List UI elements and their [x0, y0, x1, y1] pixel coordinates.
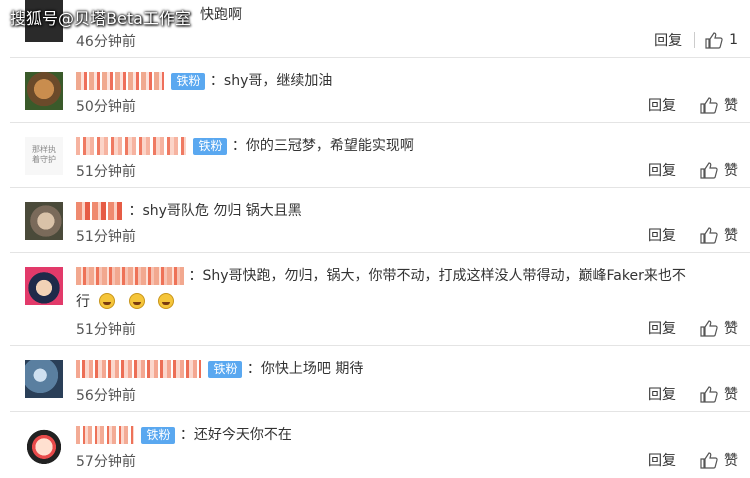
comment-text-row-2: 行	[76, 291, 175, 311]
comment-text-row: 铁粉 ：还好今天你不在	[76, 424, 292, 444]
comment-actions: 回复 赞	[648, 384, 738, 404]
fan-badge: 铁粉	[193, 137, 228, 155]
avatar[interactable]	[25, 360, 63, 398]
comment-item: ：Shy哥快跑，勿归，锅大，你带不动，打成这样没人带得动，巅峰Faker来也不 …	[10, 253, 750, 346]
comment-list: 快跑啊 46分钟前 回复 1 铁粉 ：shy哥，继续加油 50分钟前 回复 赞	[10, 0, 750, 478]
comment-actions: 回复 1	[654, 30, 738, 50]
like-button[interactable]: 1	[705, 31, 738, 49]
comment-content: ：shy哥，继续加油	[209, 73, 333, 89]
like-label: 赞	[724, 321, 738, 337]
reply-button[interactable]: 回复	[648, 95, 676, 115]
username[interactable]	[76, 426, 134, 444]
grin-emoji-icon	[128, 293, 145, 309]
like-count: 1	[729, 32, 738, 48]
thumbs-up-icon	[700, 161, 718, 179]
username[interactable]	[76, 267, 184, 285]
comment-content: ：你的三冠梦，希望能实现啊	[231, 138, 414, 154]
like-label: 赞	[724, 163, 738, 179]
comment-content: ：shy哥队危 勿归 锅大且黑	[128, 203, 302, 219]
thumbs-up-icon	[700, 451, 718, 469]
comment-text-row: 快跑啊	[200, 4, 242, 24]
username[interactable]	[76, 137, 186, 155]
comment-time: 51分钟前	[76, 229, 136, 245]
thumbs-up-icon	[705, 31, 723, 49]
reply-button[interactable]: 回复	[648, 160, 676, 180]
grin-emoji-icon	[158, 293, 175, 309]
like-label: 赞	[724, 453, 738, 469]
comment-actions: 回复 赞	[648, 450, 738, 470]
comment-text-row: 铁粉 ：你快上场吧 期待	[76, 358, 363, 378]
comment-content: ：你快上场吧 期待	[246, 361, 364, 377]
comment-actions: 回复 赞	[648, 225, 738, 245]
comment-text-row: ：shy哥队危 勿归 锅大且黑	[76, 200, 302, 220]
like-label: 赞	[724, 387, 738, 403]
like-button[interactable]: 赞	[700, 318, 738, 338]
like-button[interactable]: 赞	[700, 450, 738, 470]
avatar[interactable]	[25, 267, 63, 305]
username[interactable]	[76, 202, 124, 220]
action-divider	[694, 32, 696, 48]
comment-time: 50分钟前	[76, 99, 136, 115]
reply-button[interactable]: 回复	[648, 225, 676, 245]
thumbs-up-icon	[700, 96, 718, 114]
comment-actions: 回复 赞	[648, 95, 738, 115]
comment-item: 铁粉 ：shy哥，继续加油 50分钟前 回复 赞	[10, 58, 750, 123]
like-button[interactable]: 赞	[700, 160, 738, 180]
thumbs-up-icon	[700, 385, 718, 403]
avatar[interactable]: 那样执 着守护	[25, 137, 63, 175]
fan-badge: 铁粉	[141, 426, 176, 444]
comment-text-row: ：Shy哥快跑，勿归，锅大，你带不动，打成这样没人带得动，巅峰Faker来也不	[76, 265, 686, 285]
username[interactable]	[76, 72, 164, 90]
comment-text-row: 铁粉 ：shy哥，继续加油	[76, 70, 332, 90]
fan-badge: 铁粉	[208, 360, 243, 378]
reply-button[interactable]: 回复	[648, 384, 676, 404]
comment-time: 57分钟前	[76, 454, 136, 470]
thumbs-up-icon	[700, 319, 718, 337]
comment-content: ：Shy哥快跑，勿归，锅大，你带不动，打成这样没人带得动，巅峰Faker来也不	[188, 268, 686, 284]
avatar[interactable]	[25, 72, 63, 110]
comment-time: 51分钟前	[76, 322, 136, 338]
comment-item: 那样执 着守护 铁粉 ：你的三冠梦，希望能实现啊 51分钟前 回复 赞	[10, 123, 750, 188]
comment-time: 46分钟前	[76, 34, 136, 50]
comment-time: 56分钟前	[76, 388, 136, 404]
avatar[interactable]	[25, 202, 63, 240]
like-button[interactable]: 赞	[700, 225, 738, 245]
comment-actions: 回复 赞	[648, 318, 738, 338]
username[interactable]	[76, 360, 201, 378]
reply-button[interactable]: 回复	[648, 450, 676, 470]
comment-text-row: 铁粉 ：你的三冠梦，希望能实现啊	[76, 135, 414, 155]
thumbs-up-icon	[700, 226, 718, 244]
grin-emoji-icon	[99, 293, 116, 309]
like-button[interactable]: 赞	[700, 95, 738, 115]
comment-item: 铁粉 ：你快上场吧 期待 56分钟前 回复 赞	[10, 346, 750, 412]
comment-actions: 回复 赞	[648, 160, 738, 180]
reply-button[interactable]: 回复	[654, 30, 682, 50]
watermark: 搜狐号@贝塔Beta工作室	[10, 9, 191, 28]
comment-time: 51分钟前	[76, 164, 136, 180]
fan-badge: 铁粉	[171, 72, 206, 90]
comment-content-continued: 行	[76, 294, 90, 310]
like-label: 赞	[724, 98, 738, 114]
like-label: 赞	[724, 228, 738, 244]
avatar[interactable]	[25, 426, 63, 464]
reply-button[interactable]: 回复	[648, 318, 676, 338]
comment-content: ：还好今天你不在	[179, 427, 292, 443]
comment-item: 铁粉 ：还好今天你不在 57分钟前 回复 赞	[10, 412, 750, 478]
like-button[interactable]: 赞	[700, 384, 738, 404]
comment-item: ：shy哥队危 勿归 锅大且黑 51分钟前 回复 赞	[10, 188, 750, 253]
comment-content: 快跑啊	[200, 7, 242, 23]
